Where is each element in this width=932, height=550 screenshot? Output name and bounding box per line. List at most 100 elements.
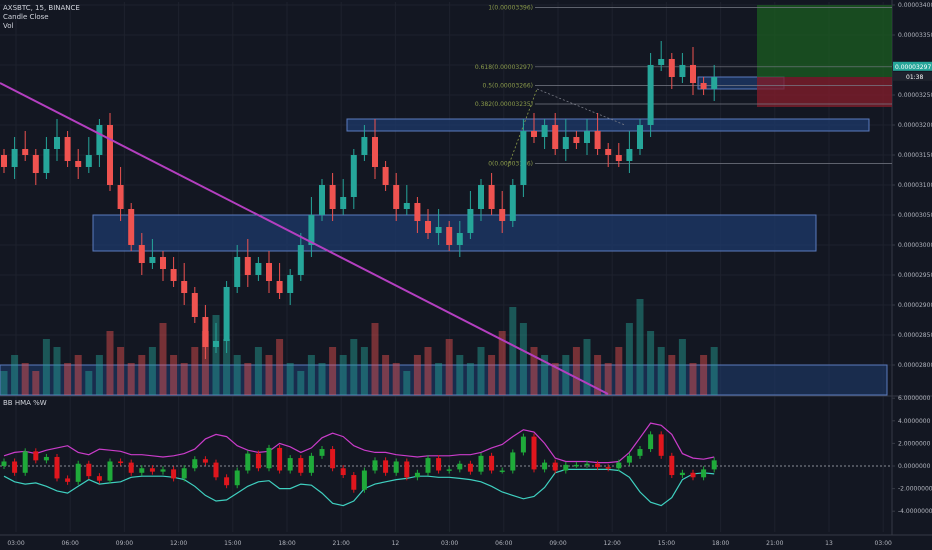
time-tick-label: 09:00 (549, 540, 566, 547)
candle-body (213, 341, 219, 347)
price-tick-label: 0.00003200 (898, 122, 932, 129)
oscillator-candle (213, 462, 219, 478)
indicator-tick-label: -4.0000000 (898, 508, 932, 515)
price-tick-label: 0.00002900 (898, 302, 932, 309)
time-tick-label: 12 (392, 540, 400, 547)
volume-bar (350, 339, 358, 395)
oscillator-candle (128, 462, 134, 473)
volume-bar (117, 347, 125, 395)
study-label-candle-close[interactable]: Candle Close (3, 13, 80, 22)
time-tick-label: 06:00 (62, 540, 79, 547)
candle-body (478, 185, 484, 209)
volume-bar (53, 347, 61, 395)
candle-body (509, 185, 516, 221)
time-tick-label: 21:00 (766, 540, 783, 547)
support-resistance-zone (346, 118, 870, 132)
candle-body (403, 203, 410, 209)
indicator-tick-label: 2.0000000 (898, 440, 931, 447)
volume-bar (604, 363, 612, 395)
volume-bar (572, 347, 580, 395)
volume-bar (148, 347, 156, 395)
volume-bar (286, 363, 294, 395)
candle-body (255, 263, 262, 275)
oscillator-candle (510, 452, 516, 471)
candle-body (615, 155, 622, 161)
candle-body (531, 131, 537, 137)
volume-bar (413, 355, 421, 395)
oscillator-candle (75, 463, 81, 482)
candle-body (573, 137, 580, 143)
volume-bar (583, 339, 591, 395)
volume-bar (318, 363, 326, 395)
trading-chart[interactable]: 1(0.00003396) 0.618(0.00003297) 0.5(0.0000… (0, 0, 932, 550)
candle-body (594, 131, 601, 149)
candle-body (1, 155, 7, 167)
oscillator-candle (86, 463, 92, 477)
volume-bar (445, 339, 453, 395)
indicator-title[interactable]: BB HMA %W (3, 399, 47, 407)
volume-bar (435, 363, 443, 395)
volume-bar (64, 363, 72, 395)
candle-body (647, 65, 654, 125)
study-label-volume[interactable]: Vol (3, 22, 80, 31)
oscillator-candle (669, 455, 675, 476)
volume-bar (668, 355, 676, 395)
volume-bar (339, 355, 347, 395)
oscillator-candle (383, 460, 389, 473)
oscillator-candle (255, 453, 261, 469)
candle-body (340, 197, 347, 209)
oscillator-candle (330, 449, 336, 469)
volume-bar (509, 307, 517, 395)
oscillator-candle (224, 477, 230, 486)
price-tick-label: 0.00003000 (898, 242, 932, 249)
volume-bar (456, 355, 464, 395)
volume-bar (625, 323, 633, 395)
indicator-pane: 6.0000000 4.0000000 2.0000000 0.0000000 -2.0… (0, 395, 932, 515)
oscillator-candle (489, 455, 495, 471)
oscillator-candle (96, 476, 102, 481)
volume-bar (170, 355, 178, 395)
volume-bar (244, 363, 252, 395)
price-tick-label: 0.00003150 (898, 152, 932, 159)
candle-body (605, 149, 612, 155)
oscillator-candle (404, 461, 410, 478)
symbol-title[interactable]: AXSBTC, 15, BINANCE (3, 4, 80, 13)
time-tick-label: 21:00 (333, 540, 350, 547)
time-tick-label: 15:00 (658, 540, 675, 547)
volume-bar (233, 355, 241, 395)
position-stop-area (757, 77, 892, 107)
oscillator-candle (340, 468, 346, 476)
time-axis: 03:00 06:00 09:00 12:00 15:00 18:00 21:00 12 03:… (7, 540, 892, 547)
oscillator-candle (467, 463, 473, 472)
time-tick-label: 13 (825, 540, 833, 547)
volume-bar (127, 363, 135, 395)
time-tick-label: 18:00 (712, 540, 729, 547)
volume-bar (477, 347, 485, 395)
candle-body (43, 149, 50, 173)
candle-body (64, 137, 71, 161)
oscillator-candle (160, 469, 166, 472)
price-tick-label: 0.00002850 (898, 332, 932, 339)
volume-bar (138, 355, 146, 395)
oscillator-candle (425, 458, 431, 473)
oscillator-candle (584, 463, 590, 466)
oscillator-candle (234, 470, 240, 486)
oscillator-candle (520, 436, 526, 453)
candle-body (425, 221, 431, 233)
volume-bar (360, 347, 368, 395)
volume-bar (519, 323, 527, 395)
oscillator-candle (54, 456, 60, 479)
candle-body (75, 161, 82, 167)
price-tick-label: 0.00003050 (898, 212, 932, 219)
time-tick-label: 12:00 (604, 540, 621, 547)
fib-level-label: 0.382(0.00003235) (475, 101, 533, 108)
oscillator-candle (573, 464, 579, 467)
volume-bar (678, 339, 686, 395)
oscillator-candle (499, 470, 505, 473)
oscillator-candle (531, 436, 537, 470)
volume-bar (74, 355, 82, 395)
price-tick-label: 0.00002950 (898, 272, 932, 279)
oscillator-candle (552, 462, 558, 471)
oscillator-candle (351, 475, 357, 490)
oscillator-candle (107, 461, 113, 481)
